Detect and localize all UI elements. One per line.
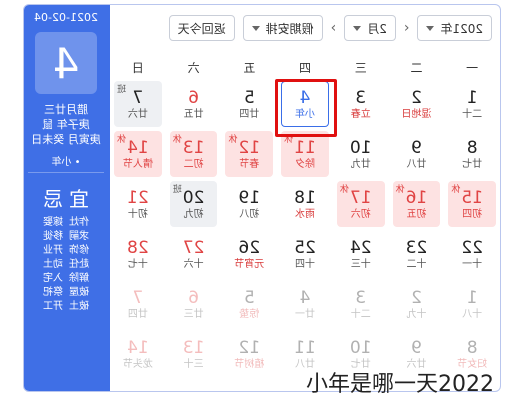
caption-text: 小年是哪一天2022	[306, 372, 494, 397]
